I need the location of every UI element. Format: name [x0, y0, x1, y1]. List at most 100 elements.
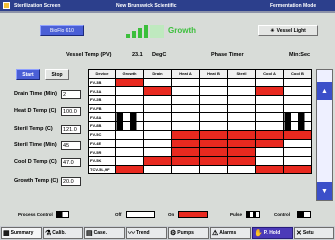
valve-state-cell-on [227, 147, 256, 157]
valve-state-cell-on [115, 77, 144, 88]
valve-state-cell-pulse [115, 121, 144, 131]
valve-state-cell-off [115, 138, 144, 149]
tab-trend[interactable]: 〰 Trend [126, 227, 167, 239]
valve-state-cell-off [283, 77, 312, 88]
valve-state-cell-off [227, 95, 256, 105]
param-input[interactable]: 100.0 [61, 107, 81, 116]
valve-state-cell-off [199, 86, 228, 97]
tab-label: Trend [136, 230, 150, 236]
table-row: FV-2B [88, 95, 312, 105]
tab-calib[interactable]: ⚗ Calib. [43, 227, 83, 239]
column-header-phase: Steril [227, 69, 256, 79]
bioflo-button[interactable]: BioFlo 610 [40, 25, 84, 36]
column-header-phase: Cool B [283, 69, 312, 79]
table-row: FV-3B [88, 77, 312, 88]
valve-state-cell-off [143, 129, 172, 140]
table-row: FV-4E [88, 138, 312, 149]
valve-state-cell-on [255, 129, 284, 140]
valve-state-cell-on [283, 164, 312, 175]
param-input[interactable]: 20.0 [61, 177, 81, 186]
tab-case[interactable]: ▤ Case. [84, 227, 125, 239]
legend-pulse-swatch [246, 211, 260, 218]
valve-state-cell-on [199, 129, 228, 140]
valve-state-cell-off [227, 86, 256, 97]
scroll-down-button[interactable]: ▼ [317, 182, 332, 200]
table-row: FV-FB [88, 103, 312, 114]
tab-label: Summary [10, 230, 34, 236]
phase-label: Growth [168, 26, 196, 35]
vessel-temp-label: Vessel Temp (PV) [66, 52, 112, 58]
device-name-cell: FV-8A [88, 112, 116, 123]
valve-state-cell-off [227, 77, 256, 88]
valve-state-cell-off [283, 138, 312, 149]
vessel-light-label: Vessel Light [276, 27, 306, 34]
grid-scrollbar[interactable]: ▲ ▼ [316, 69, 333, 201]
growth-bars-icon [126, 24, 164, 38]
column-header-phase: Heat B [199, 69, 228, 79]
valve-state-cell-off [255, 112, 284, 123]
valve-state-cell-off [255, 103, 284, 114]
legend-control-swatch [297, 211, 311, 218]
tab-summary[interactable]: ▦ Summary [1, 227, 42, 239]
column-header-phase: Drain [143, 69, 172, 79]
tab-alarms[interactable]: ⚠ Alarms [210, 227, 251, 239]
valve-state-cell-on [143, 155, 172, 166]
valve-state-grid: Device Growth Drain Heat A Heat B Steril Cool … [88, 69, 312, 201]
tab-pumps[interactable]: ⚙ Pumps [168, 227, 209, 239]
calib-icon: ⚗ [45, 229, 52, 237]
summary-icon: ▦ [3, 229, 10, 237]
hold-icon: ✋ [254, 229, 263, 237]
tab-label: P. Hold [263, 230, 281, 236]
title-divider [0, 11, 335, 13]
phase-timer-unit: Min:Sec [289, 52, 311, 58]
valve-state-cell-on [255, 86, 284, 97]
valve-state-cell-off [171, 121, 200, 131]
stop-button[interactable]: Stop [45, 69, 69, 80]
scroll-up-button[interactable]: ▲ [317, 82, 332, 100]
device-name-cell: FV-5C [88, 129, 116, 140]
vessel-light-button[interactable]: ☀ Vessel Light [258, 25, 318, 36]
legend-process-control-label: Process Control [18, 212, 53, 217]
valve-state-cell-off [143, 95, 172, 105]
param-row: Drain Time (Min) 2 [14, 90, 86, 100]
table-row: FV-5R [88, 147, 312, 157]
tab-label: Pumps [177, 230, 194, 236]
valve-state-cell-on [171, 147, 200, 157]
tab-label: Setu [302, 230, 314, 236]
valve-state-cell-pulse [115, 112, 144, 123]
valve-state-cell-off [115, 155, 144, 166]
tab-setup[interactable]: ✕ Setu [294, 227, 334, 239]
valve-state-cell-off [227, 164, 256, 175]
column-header-device: Device [88, 69, 116, 79]
param-label: Steril Time (Min) [14, 142, 57, 148]
legend-pulse-label: Pulse [230, 212, 243, 217]
valve-state-cell-off [143, 121, 172, 131]
valve-state-cell-off [283, 95, 312, 105]
valve-state-cell-off [199, 112, 228, 123]
valve-state-cell-on [171, 129, 200, 140]
device-name-cell: FV-2B [88, 95, 116, 105]
param-row: Steril Temp (C) 121.0 [14, 125, 86, 135]
param-input[interactable]: 121.0 [61, 125, 81, 134]
valve-state-cell-off [115, 95, 144, 105]
valve-state-cell-off [171, 103, 200, 114]
param-input[interactable]: 45 [61, 141, 81, 150]
valve-state-cell-on [143, 86, 172, 97]
param-input[interactable]: 2 [61, 90, 81, 99]
valve-state-cell-off [171, 86, 200, 97]
device-name-cell: FV-4E [88, 138, 116, 149]
table-body: FV-3B FV-3A FV-2B FV-FB FV-8A FV-8B FV-5C FV-4E… [88, 77, 312, 175]
valve-state-cell-off [143, 164, 172, 175]
valve-state-cell-off [143, 103, 172, 114]
valve-state-cell-off [199, 121, 228, 131]
tab-p-hold[interactable]: ✋ P. Hold [252, 227, 293, 239]
table-row: FV-3A [88, 86, 312, 97]
valve-state-cell-off [255, 147, 284, 157]
valve-state-cell-off [227, 121, 256, 131]
param-row: Cool D Temp (C) 47.0 [14, 158, 86, 168]
param-row: Growth Temp (C) 20.0 [14, 177, 86, 187]
valve-state-cell-off [171, 164, 200, 175]
legend-on-label: On [168, 212, 175, 217]
start-button[interactable]: Start [16, 69, 40, 80]
param-input[interactable]: 47.0 [61, 158, 81, 167]
